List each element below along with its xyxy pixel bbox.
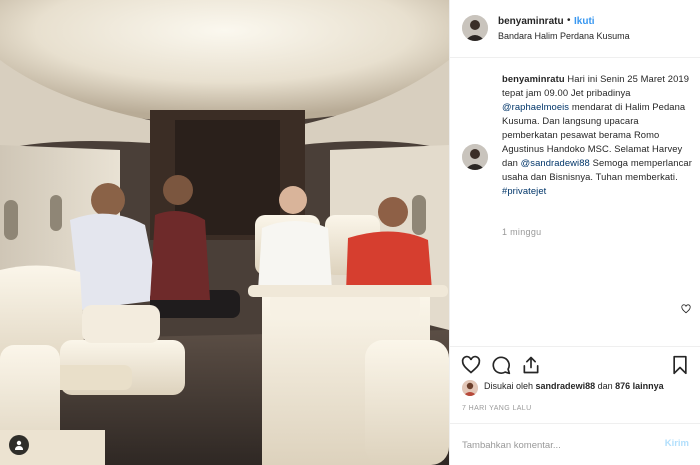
profile-photo-icon <box>462 380 478 396</box>
share-icon[interactable] <box>521 355 541 375</box>
likes-count[interactable]: 876 lainnya <box>615 381 664 391</box>
likes-prefix: Disukai oleh <box>484 381 534 391</box>
header-separator: • <box>567 15 571 26</box>
profile-photo-icon <box>462 15 488 41</box>
post-actions <box>450 346 700 380</box>
liker-username[interactable]: sandradewi88 <box>536 381 596 391</box>
post-photo[interactable] <box>0 0 449 465</box>
post-location[interactable]: Bandara Halim Perdana Kusuma <box>498 31 630 41</box>
caption-hashtag[interactable]: #privatejet <box>502 185 546 196</box>
comment-icon[interactable] <box>491 355 511 375</box>
caption-username[interactable]: benyaminratu <box>502 73 565 84</box>
caption-timestamp[interactable]: 1 minggu <box>502 227 541 237</box>
post-date[interactable]: 7 HARI YANG LALU <box>462 405 532 412</box>
caption-mention[interactable]: @sandradewi88 <box>521 157 590 168</box>
caption-avatar[interactable] <box>462 144 488 170</box>
post-side-panel: benyaminratu • Ikuti Bandara Halim Perda… <box>449 0 700 465</box>
comment-input[interactable] <box>462 437 642 453</box>
post-caption: benyaminratu Hari ini Senin 25 Maret 201… <box>502 72 696 198</box>
small-heart-icon[interactable] <box>681 304 691 314</box>
post-author-username[interactable]: benyaminratu <box>498 16 564 27</box>
add-comment-bar: Kirim <box>450 423 700 465</box>
post-header: benyaminratu • Ikuti Bandara Halim Perda… <box>450 0 700 58</box>
caption-mention[interactable]: @raphaelmoeis <box>502 101 569 112</box>
likes-summary: Disukai oleh sandradewi88 dan 876 lainny… <box>484 381 664 391</box>
user-tag-icon <box>15 440 23 450</box>
jet-cabin-photo <box>0 0 449 465</box>
user-tag-button[interactable] <box>9 435 29 455</box>
liker-avatar[interactable] <box>462 380 478 396</box>
heart-icon[interactable] <box>461 355 481 375</box>
likes-conjunction: dan <box>597 381 613 391</box>
follow-button[interactable]: Ikuti <box>574 16 595 27</box>
avatar[interactable] <box>462 15 488 41</box>
profile-photo-icon <box>462 144 488 170</box>
bookmark-icon[interactable] <box>670 355 690 375</box>
post-comment-button[interactable]: Kirim <box>665 438 689 449</box>
